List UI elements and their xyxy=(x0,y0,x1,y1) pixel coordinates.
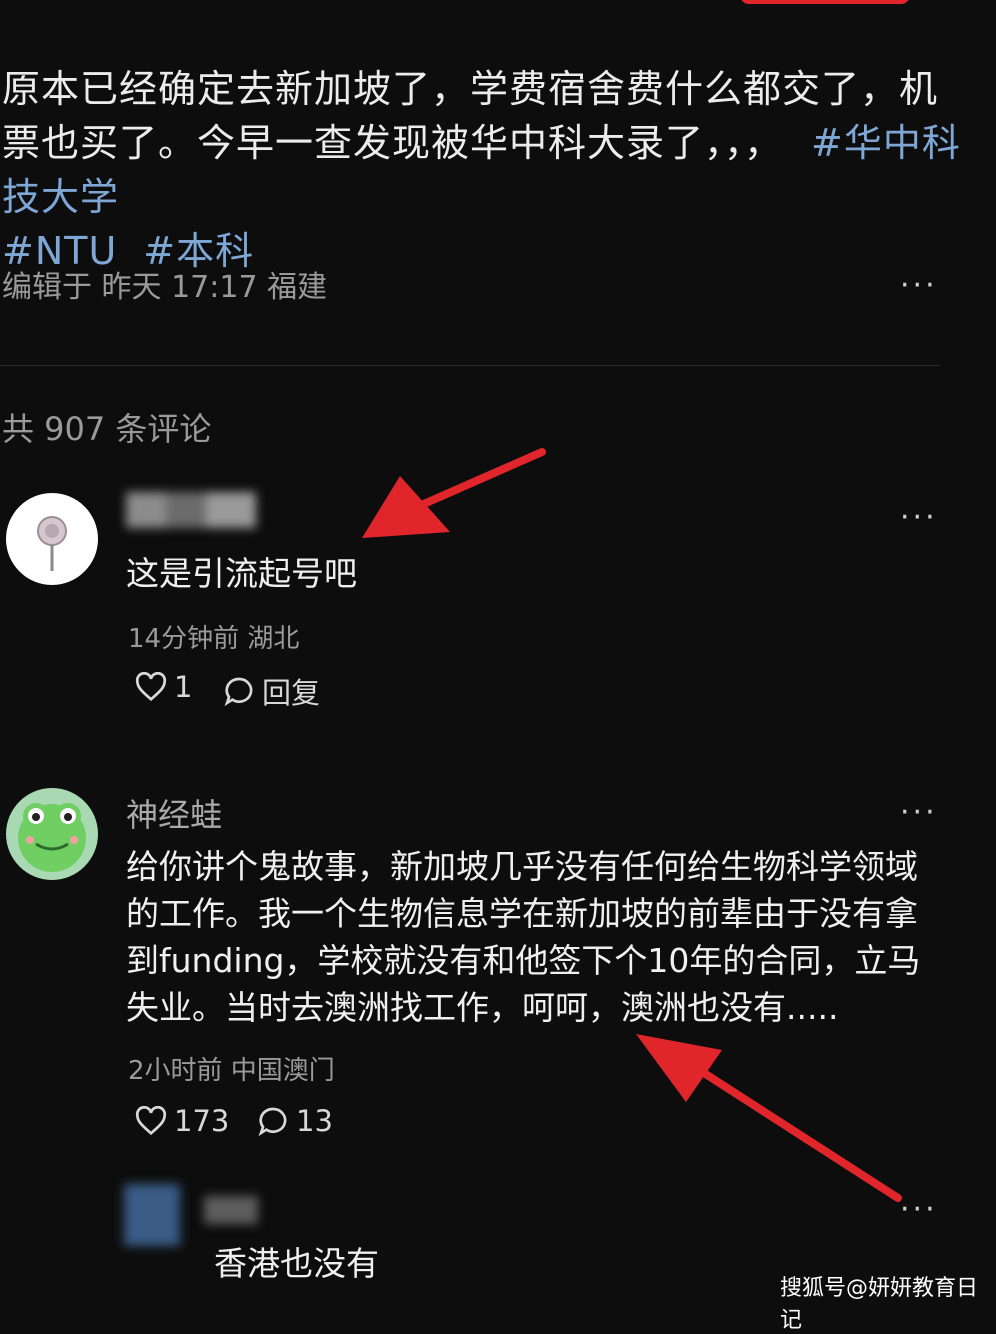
arrow-annotation xyxy=(686,1060,902,1202)
arrow-annotation-head xyxy=(362,476,450,538)
arrow-annotation-head xyxy=(636,1034,722,1102)
watermark: 搜狐号@妍妍教育日记 xyxy=(780,1276,979,1333)
arrow-annotation xyxy=(406,448,546,514)
arrow-annotations xyxy=(362,448,902,1202)
